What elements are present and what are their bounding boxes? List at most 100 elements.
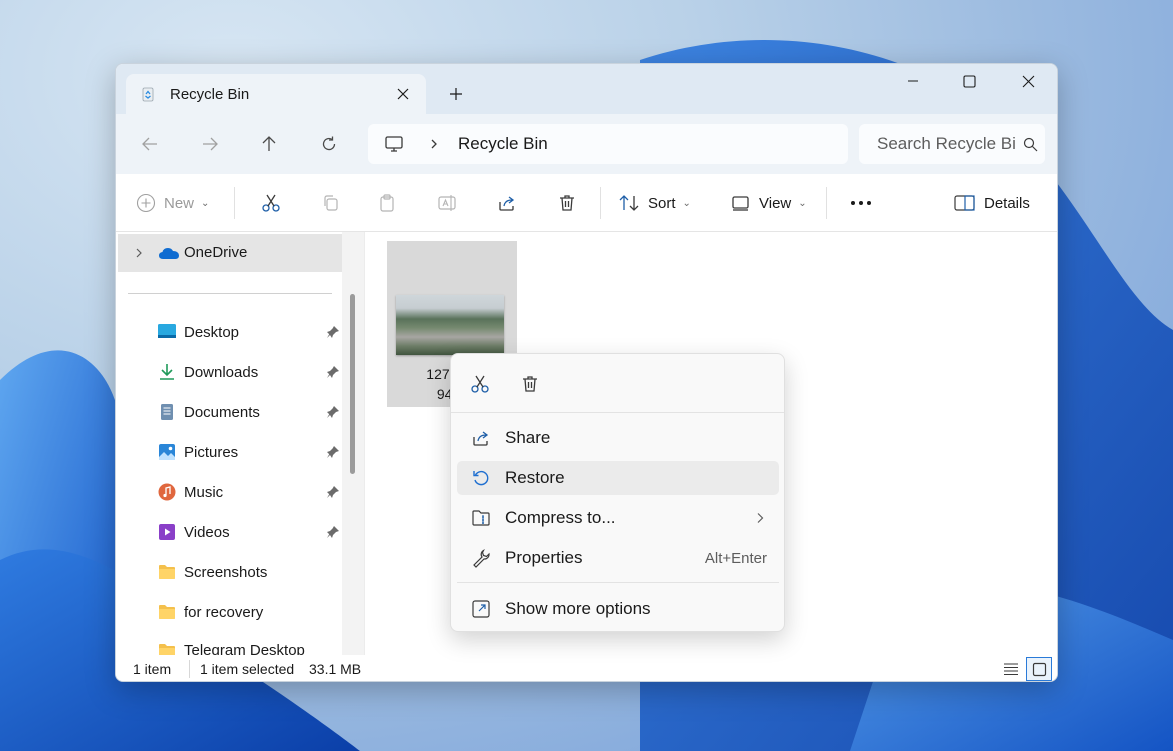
context-share[interactable]: Share <box>457 421 779 455</box>
chevron-right-icon <box>136 248 142 258</box>
share-button[interactable] <box>490 186 524 220</box>
minimize-button[interactable] <box>885 64 941 98</box>
details-view-toggle[interactable] <box>998 657 1024 681</box>
new-plus-icon <box>136 193 156 213</box>
folder-icon <box>159 644 175 655</box>
maximize-button[interactable] <box>941 64 997 98</box>
pin-icon <box>327 526 339 538</box>
onedrive-cloud-icon <box>159 248 179 259</box>
sidebar-item-label: Videos <box>184 523 230 541</box>
sidebar-item-onedrive[interactable]: OneDrive <box>118 234 342 272</box>
compress-icon <box>472 510 490 526</box>
chevron-down-icon: ⌄ <box>682 197 691 209</box>
music-icon <box>158 483 176 501</box>
context-item-label: Properties <box>505 548 583 567</box>
downloads-icon <box>160 364 174 380</box>
minimize-icon <box>908 80 918 82</box>
refresh-button[interactable] <box>313 128 345 160</box>
context-restore[interactable]: Restore <box>457 461 779 495</box>
sidebar-item-label: Documents <box>184 403 260 421</box>
toolbar-separator <box>234 187 235 219</box>
sidebar-item-downloads[interactable]: Downloads <box>158 358 258 386</box>
share-icon <box>473 431 489 446</box>
list-view-icon <box>1004 663 1018 676</box>
sidebar-item-for-recovery[interactable]: for recovery <box>158 598 263 626</box>
recycle-bin-icon <box>142 87 154 102</box>
close-window-button[interactable] <box>1000 64 1056 98</box>
delete-button[interactable] <box>550 186 584 220</box>
context-properties[interactable]: Properties Alt+Enter <box>457 541 779 575</box>
paste-icon <box>380 194 394 212</box>
documents-icon <box>161 404 173 420</box>
large-icons-view-toggle[interactable] <box>1026 657 1052 681</box>
trash-icon <box>523 376 537 392</box>
sidebar-item-pictures[interactable]: Pictures <box>158 438 238 466</box>
item-count: 1 item <box>133 661 172 677</box>
new-tab-button[interactable] <box>442 80 470 108</box>
sidebar-item-videos[interactable]: Videos <box>158 518 230 546</box>
context-shortcut: Alt+Enter <box>704 549 767 567</box>
see-more-button[interactable] <box>844 186 878 220</box>
context-delete-button[interactable] <box>513 367 547 401</box>
context-item-label: Compress to... <box>505 508 616 527</box>
back-button[interactable] <box>134 128 166 160</box>
up-button[interactable] <box>253 128 285 160</box>
details-pane-icon <box>954 195 975 211</box>
paste-button[interactable] <box>370 186 404 220</box>
restore-icon <box>473 470 489 486</box>
status-bar: 1 item 1 item selected 33.1 MB <box>116 655 1057 681</box>
folder-icon <box>159 605 175 619</box>
context-cut-button[interactable] <box>463 367 497 401</box>
wrench-icon <box>473 549 490 568</box>
copy-button[interactable] <box>314 186 348 220</box>
new-button[interactable]: New ⌄ <box>136 186 209 220</box>
title-bar: Recycle Bin <box>116 64 1057 114</box>
cut-button[interactable] <box>254 186 288 220</box>
context-menu-quick-actions <box>451 354 784 413</box>
desktop-icon <box>158 324 176 338</box>
tab-close-button[interactable] <box>388 79 418 109</box>
address-field[interactable]: Recycle Bin <box>368 124 848 164</box>
rename-icon <box>438 195 456 211</box>
rename-button[interactable] <box>430 186 464 220</box>
scissors-icon <box>471 375 489 393</box>
arrow-up-icon <box>262 136 276 151</box>
videos-icon <box>159 524 175 540</box>
share-icon <box>499 196 515 211</box>
sidebar-item-music[interactable]: Music <box>158 478 223 506</box>
tab-recycle-bin[interactable]: Recycle Bin <box>126 74 426 114</box>
pin-icon <box>327 486 339 498</box>
sort-button[interactable]: Sort ⌄ <box>618 186 691 220</box>
sidebar-item-documents[interactable]: Documents <box>158 398 260 426</box>
tiles-view-icon <box>1032 662 1046 676</box>
view-button[interactable]: View ⌄ <box>731 186 807 220</box>
sort-icon <box>619 195 639 211</box>
tab-title: Recycle Bin <box>170 85 250 103</box>
sidebar-item-telegram-desktop[interactable]: Telegram Desktop <box>158 638 305 655</box>
folder-icon <box>159 565 175 579</box>
sidebar-item-screenshots[interactable]: Screenshots <box>158 558 267 586</box>
pin-icon <box>327 366 339 378</box>
sidebar-item-label: Downloads <box>184 363 259 381</box>
sidebar-scrollbar-thumb[interactable] <box>350 294 355 474</box>
sidebar-divider <box>128 293 332 294</box>
selection-size: 33.1 MB <box>309 661 362 677</box>
sidebar-item-label: for recovery <box>184 603 264 621</box>
sidebar-item-label: Desktop <box>184 323 240 341</box>
forward-button[interactable] <box>194 128 226 160</box>
context-compress-to[interactable]: Compress to... <box>457 501 779 535</box>
search-box[interactable]: Search Recycle Bin <box>859 124 1045 164</box>
sidebar-item-desktop[interactable]: Desktop <box>158 318 239 346</box>
new-label: New <box>164 194 195 212</box>
close-icon <box>397 88 409 100</box>
address-path: Recycle Bin <box>458 134 548 153</box>
context-show-more-options[interactable]: Show more options <box>457 592 779 626</box>
close-icon <box>1022 75 1034 87</box>
chevron-right-icon <box>431 139 437 149</box>
more-dots-icon <box>851 201 871 205</box>
selection-count: 1 item selected <box>200 661 295 677</box>
toolbar-separator <box>600 187 601 219</box>
toolbar-separator <box>826 187 827 219</box>
details-button[interactable]: Details <box>954 186 1030 220</box>
address-bar-row: Recycle Bin Search Recycle Bin <box>116 114 1057 174</box>
